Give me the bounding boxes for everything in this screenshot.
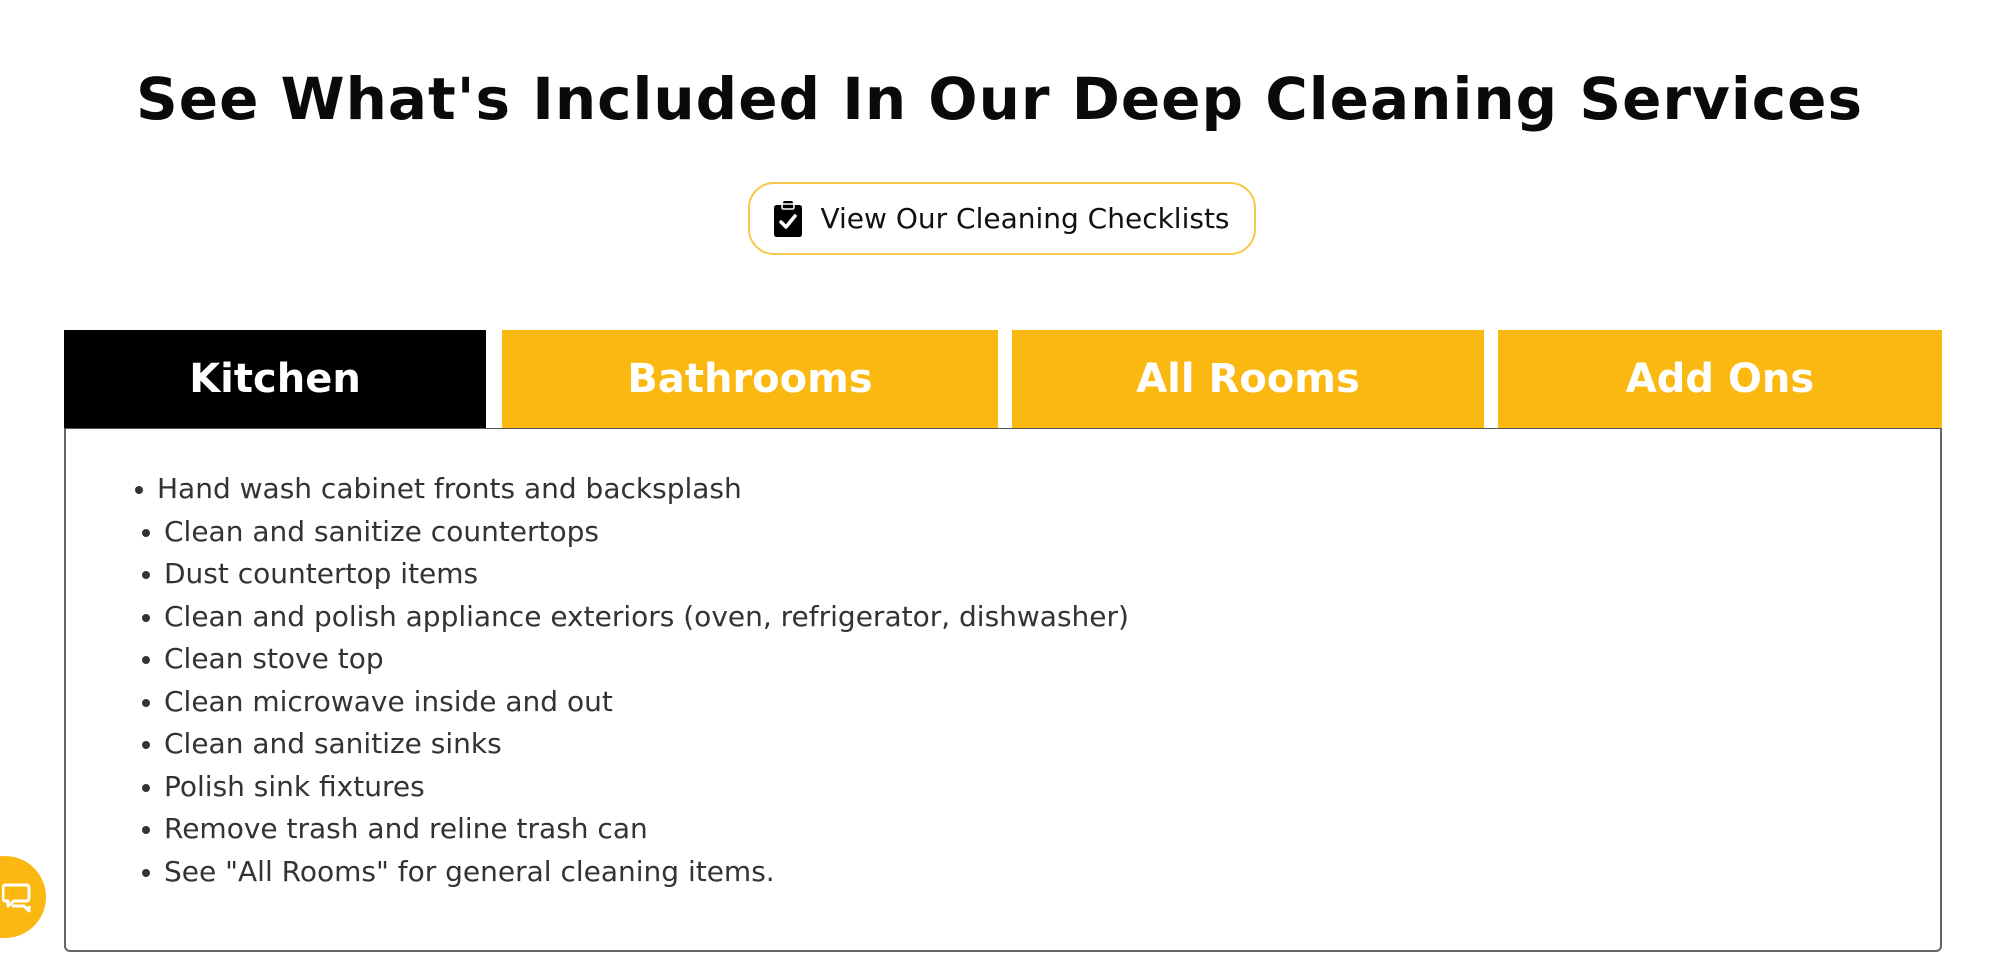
- page-title: See What's Included In Our Deep Cleaning…: [136, 64, 1863, 133]
- list-item: Hand wash cabinet fronts and backsplash: [129, 468, 1129, 511]
- tab-bathrooms[interactable]: Bathrooms: [502, 330, 998, 428]
- view-checklists-label: View Our Cleaning Checklists: [820, 202, 1230, 235]
- tab-add-ons[interactable]: Add Ons: [1498, 330, 1942, 428]
- chat-button[interactable]: [0, 856, 46, 938]
- list-item: Dust countertop items: [136, 553, 1129, 596]
- list-item: Clean and sanitize countertops: [136, 511, 1129, 554]
- kitchen-checklist: Hand wash cabinet fronts and backsplash …: [134, 468, 1129, 894]
- list-item: Clean and sanitize sinks: [136, 723, 1129, 766]
- list-item: Clean microwave inside and out: [136, 681, 1129, 724]
- list-item: Polish sink fixtures: [136, 766, 1129, 809]
- tab-kitchen[interactable]: Kitchen: [64, 330, 486, 428]
- clipboard-check-icon: [774, 200, 803, 237]
- list-item: See "All Rooms" for general cleaning ite…: [136, 851, 1129, 894]
- list-item: Clean and polish appliance exteriors (ov…: [136, 596, 1129, 639]
- view-checklists-button[interactable]: View Our Cleaning Checklists: [748, 182, 1256, 255]
- list-item: Clean stove top: [136, 638, 1129, 681]
- kitchen-panel: Hand wash cabinet fronts and backsplash …: [64, 428, 1942, 952]
- service-tabs: Kitchen Bathrooms All Rooms Add Ons: [64, 330, 1942, 428]
- chat-icon: [2, 883, 31, 913]
- tab-all-rooms[interactable]: All Rooms: [1012, 330, 1484, 428]
- list-item: Remove trash and reline trash can: [136, 808, 1129, 851]
